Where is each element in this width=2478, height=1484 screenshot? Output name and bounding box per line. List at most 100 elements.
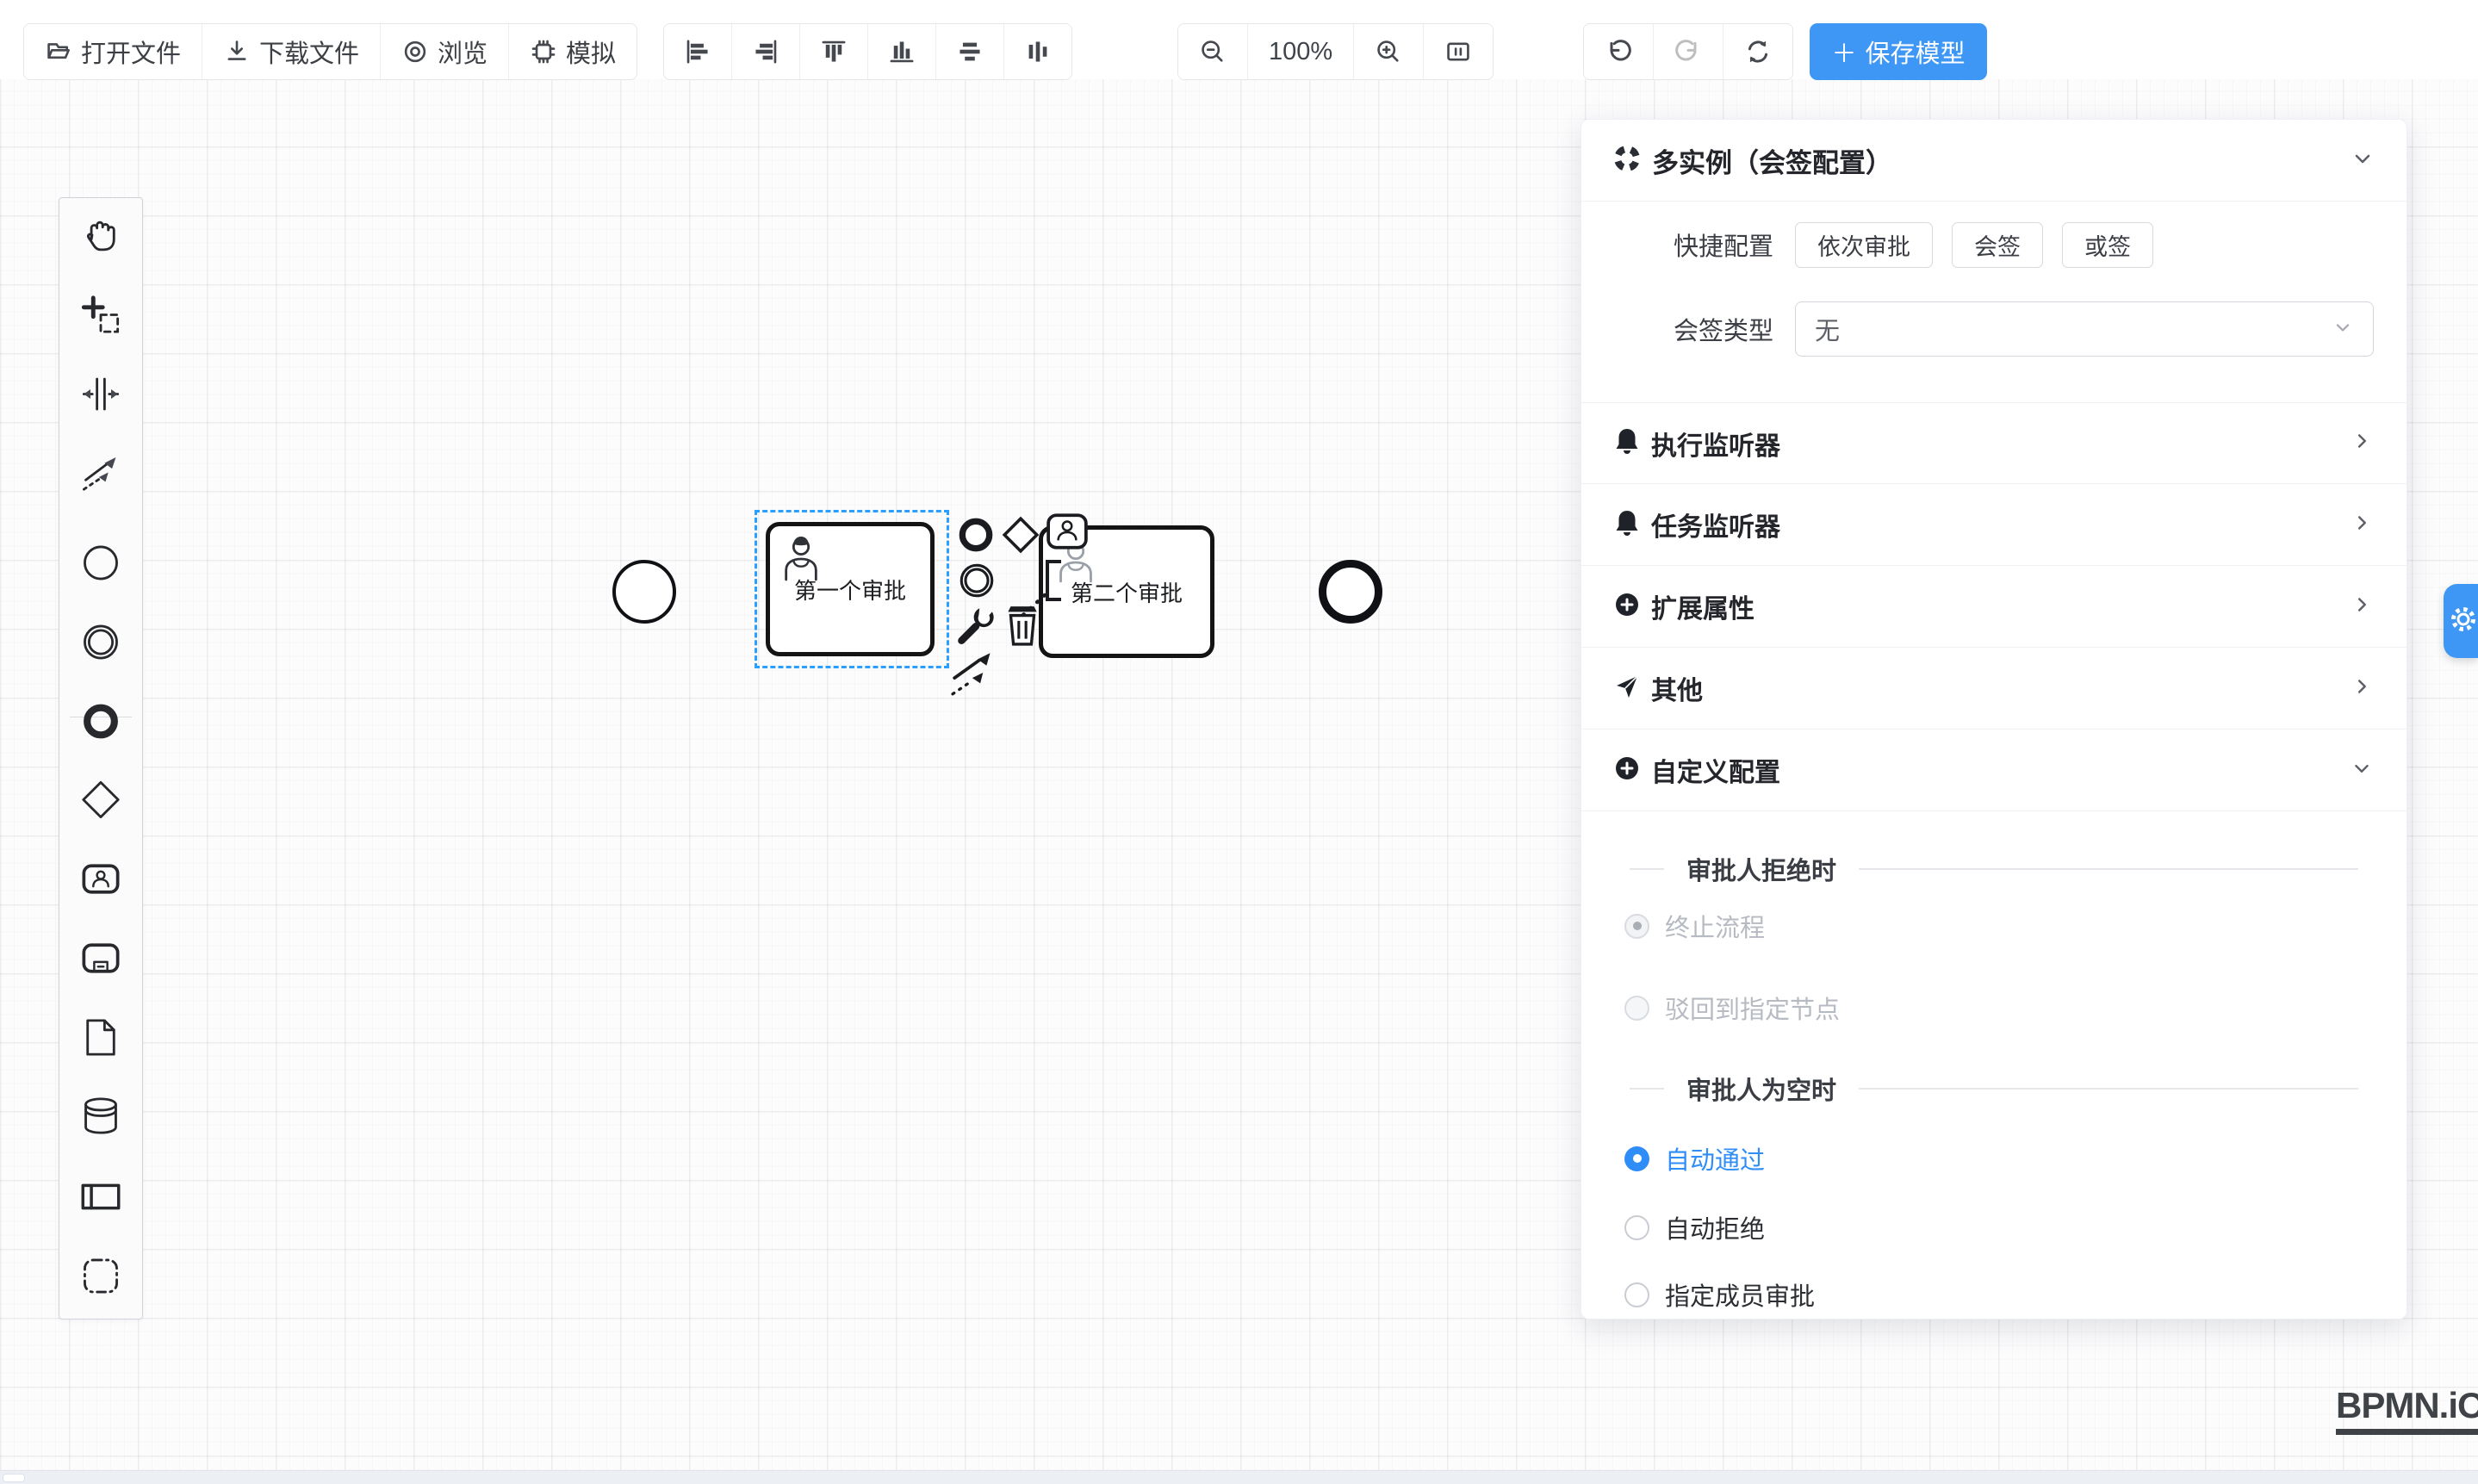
- context-pad-delete-trash[interactable]: [1003, 603, 1042, 646]
- radio-icon: [1624, 914, 1649, 939]
- participant-icon: [80, 1207, 121, 1221]
- context-pad-append-end-event[interactable]: [956, 515, 996, 555]
- palette-gateway[interactable]: [80, 779, 121, 825]
- properties-panel: 多实例（会签配置） 快捷配置 依次审批 会签 或签 会签类型 无 执行监听器 任…: [1581, 119, 2407, 1319]
- subprocess-icon: [80, 968, 121, 983]
- chevron-right-icon: [2350, 674, 2374, 703]
- undo-button[interactable]: [1584, 24, 1653, 79]
- chevron-right-icon: [2350, 593, 2374, 621]
- refresh-button[interactable]: [1723, 24, 1792, 79]
- section-other[interactable]: 其他: [1581, 648, 2407, 730]
- plus-circle-icon: [1614, 755, 1640, 785]
- download-file-label: 下载文件: [259, 34, 359, 70]
- history-toolbar-group: [1583, 23, 1793, 80]
- align-top-icon: [821, 39, 847, 65]
- align-middle-vertical-button[interactable]: [1003, 24, 1071, 79]
- gear-icon: [2449, 605, 2478, 638]
- radio-label: 自动拒绝: [1665, 1209, 1765, 1245]
- zoom-toolbar-group: 100%: [1177, 23, 1494, 80]
- panel-sections: 执行监听器 任务监听器 扩展属性 其他 自定义配置: [1581, 402, 2407, 811]
- radio-icon: [1624, 996, 1649, 1021]
- radio-auto-pass[interactable]: 自动通过: [1581, 1140, 2407, 1177]
- preview-button[interactable]: 浏览: [380, 24, 508, 79]
- lasso-tool-button[interactable]: [80, 295, 121, 340]
- preview-label: 浏览: [438, 34, 488, 70]
- palette-data-object[interactable]: [80, 1017, 121, 1063]
- sign-type-label: 会签类型: [1614, 311, 1773, 347]
- chevron-right-icon: [2350, 429, 2374, 457]
- space-tool-button[interactable]: [80, 374, 121, 419]
- context-pad-append-user-task[interactable]: [1046, 512, 1089, 551]
- open-file-button[interactable]: 打开文件: [24, 24, 202, 79]
- context-pad-append-gateway[interactable]: [1001, 515, 1040, 555]
- zoom-in-icon: [1375, 38, 1402, 65]
- user-task-icon: [80, 889, 121, 903]
- connect-tool-button[interactable]: [80, 452, 121, 498]
- zoom-out-button[interactable]: [1178, 24, 1247, 79]
- start-event-node[interactable]: [612, 560, 676, 624]
- radio-return-to-node[interactable]: 驳回到指定节点: [1581, 990, 2407, 1026]
- context-pad-replace-wrench[interactable]: [954, 603, 996, 644]
- bpmn-io-logo[interactable]: BPMN.iO: [2336, 1385, 2478, 1435]
- chevron-down-icon: [2350, 146, 2376, 176]
- simulate-button[interactable]: 模拟: [508, 24, 637, 79]
- palette-user-task[interactable]: [80, 859, 121, 904]
- align-bottom-button[interactable]: [867, 24, 935, 79]
- horizontal-scrollbar-thumb[interactable]: [3, 1474, 25, 1482]
- horizontal-scrollbar[interactable]: [0, 1470, 2478, 1484]
- redo-icon: [1674, 38, 1702, 65]
- align-middle-vertical-icon: [1025, 39, 1051, 65]
- align-right-button[interactable]: [731, 24, 799, 79]
- fit-view-button[interactable]: [1423, 24, 1493, 79]
- radio-auto-reject[interactable]: 自动拒绝: [1581, 1209, 2407, 1245]
- zoom-in-button[interactable]: [1353, 24, 1423, 79]
- end-event-node[interactable]: [1319, 560, 1382, 624]
- redo-button[interactable]: [1653, 24, 1723, 79]
- reject-group-title: 审批人拒绝时: [1581, 852, 2407, 886]
- context-pad-append-intermediate-event[interactable]: [956, 560, 997, 601]
- align-center-horizontal-button[interactable]: [935, 24, 1003, 79]
- settings-drawer-tab[interactable]: [2444, 584, 2478, 658]
- save-model-button[interactable]: ＋ 保存模型: [1810, 23, 1987, 80]
- radio-label: 自动通过: [1665, 1140, 1765, 1177]
- group-icon: [80, 1286, 121, 1301]
- bpmn-io-logo-text: BPMN.iO: [2336, 1385, 2478, 1426]
- task-node-1[interactable]: 第一个审批: [766, 522, 935, 656]
- palette-subprocess[interactable]: [80, 938, 121, 984]
- radio-icon: [1624, 1146, 1649, 1171]
- chevron-down-icon: [2332, 316, 2354, 343]
- section-execution-listener[interactable]: 执行监听器: [1581, 402, 2407, 484]
- download-file-button[interactable]: 下载文件: [202, 24, 380, 79]
- palette-data-store[interactable]: [80, 1096, 121, 1141]
- radio-icon: [1624, 1282, 1649, 1307]
- hand-tool-button[interactable]: [80, 215, 121, 261]
- sign-type-select[interactable]: 无: [1795, 301, 2374, 357]
- section-extended-properties[interactable]: 扩展属性: [1581, 566, 2407, 648]
- refresh-icon: [1744, 38, 1772, 65]
- section-custom-config[interactable]: 自定义配置: [1581, 730, 2407, 811]
- section-label: 自定义配置: [1651, 751, 1780, 789]
- radio-terminate-process[interactable]: 终止流程: [1581, 908, 2407, 944]
- quick-option-orsign-button[interactable]: 或签: [2062, 222, 2153, 268]
- radio-assign-member[interactable]: 指定成员审批: [1581, 1276, 2407, 1313]
- quick-option-countersign-button[interactable]: 会签: [1952, 222, 2043, 268]
- palette-start-event[interactable]: [80, 543, 121, 588]
- file-toolbar-group: 打开文件 下载文件 浏览 模拟: [23, 23, 637, 80]
- section-label: 扩展属性: [1651, 587, 1754, 625]
- bell-icon: [1614, 509, 1640, 541]
- quick-option-sequential-button[interactable]: 依次审批: [1795, 222, 1933, 268]
- open-file-label: 打开文件: [81, 34, 181, 70]
- palette-participant[interactable]: [80, 1177, 121, 1222]
- align-top-button[interactable]: [799, 24, 867, 79]
- align-left-button[interactable]: [664, 24, 731, 79]
- space-tool-icon: [80, 404, 121, 419]
- quick-config-row: 快捷配置 依次审批 会签 或签: [1581, 216, 2407, 273]
- panel-header-multi-instance[interactable]: 多实例（会签配置）: [1581, 120, 2407, 202]
- palette-end-event[interactable]: [80, 701, 121, 747]
- palette-intermediate-event[interactable]: [80, 622, 121, 667]
- palette-group[interactable]: [80, 1256, 121, 1301]
- task-1-label: 第一个审批: [770, 526, 930, 652]
- context-pad-connect-tool[interactable]: [951, 651, 1003, 696]
- section-task-listener[interactable]: 任务监听器: [1581, 484, 2407, 566]
- plus-icon: ＋: [1831, 34, 1856, 70]
